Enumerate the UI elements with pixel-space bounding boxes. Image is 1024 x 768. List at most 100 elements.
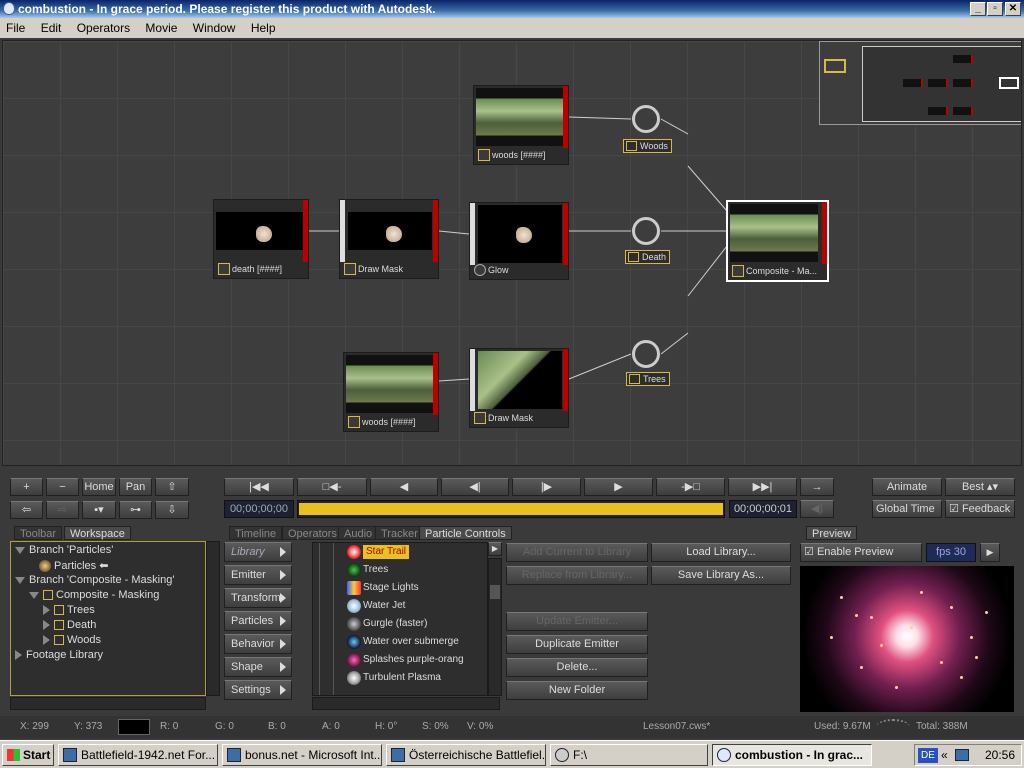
back-arrow-icon[interactable]: ⇦ [10,501,43,519]
library-item-gurgle[interactable]: Gurgle (faster) [363,617,427,631]
tree-item-trees[interactable]: Trees [43,604,95,616]
timecode-end[interactable]: 00;00;00;01 [729,500,797,518]
task-combustion[interactable]: combustion - In grac... [712,744,872,766]
output-circle-woods[interactable] [632,105,660,133]
task-bonus-net[interactable]: bonus.net - Microsoft Int... [222,744,382,766]
output-circle-death[interactable] [632,217,660,245]
pan-button[interactable]: Pan [119,478,152,496]
library-item-turbulent-plasma[interactable]: Turbulent Plasma [363,671,441,685]
timeline-bar[interactable] [297,500,725,518]
tab-preview[interactable]: Preview [806,526,858,540]
play-reverse-button[interactable]: ◀ [370,478,438,496]
particle-menu-transform[interactable]: Transform [224,588,292,608]
particle-menu-particles[interactable]: Particles [224,611,292,631]
tab-audio[interactable]: Audio [338,526,379,540]
schematic-navigator[interactable] [819,41,1021,125]
add-current-to-library-button[interactable]: Add Current to Library [506,543,648,562]
menu-window[interactable]: Window [187,21,242,35]
tab-tracker[interactable]: Tracker [375,526,424,540]
schematic-view[interactable]: woods [####] death [####] Draw Mask Glow… [2,40,1022,466]
delete-button[interactable]: Delete... [506,658,648,677]
library-item-stage-lights[interactable]: Stage Lights [363,581,419,595]
menu-edit[interactable]: Edit [35,21,68,35]
feedback-toggle[interactable]: ☑ Feedback [945,500,1015,518]
replace-from-library-button[interactable]: Replace from Library... [506,566,648,585]
tab-particle-controls[interactable]: Particle Controls [419,526,512,540]
fps-field[interactable]: fps 30 [926,543,976,562]
minimize-button[interactable]: _ [970,2,986,16]
particle-menu-emitter[interactable]: Emitter [224,565,292,585]
load-library-button[interactable]: Load Library... [651,543,791,562]
tab-workspace[interactable]: Workspace [64,526,131,540]
library-item-water-jet[interactable]: Water Jet [363,599,405,613]
global-time-dropdown[interactable]: Global Time [872,500,942,518]
task-oesterreichische-battlefield[interactable]: Österreichische Battlefiel... [386,744,546,766]
upload-icon[interactable]: ⇧ [155,478,189,496]
output-death[interactable]: Death [625,250,671,264]
tab-toolbar[interactable]: Toolbar [14,526,63,540]
node-woods-bottom[interactable]: woods [####] [343,352,439,432]
new-folder-button[interactable]: New Folder [506,681,648,700]
tree-item-footage-library[interactable]: Footage Library [15,649,103,661]
node-glow[interactable]: Glow [469,202,569,280]
save-library-as-button[interactable]: Save Library As... [651,566,791,585]
go-to-start-button[interactable]: |◀◀ [224,478,294,496]
zoom-out-button[interactable]: − [46,478,79,496]
menu-movie[interactable]: Movie [139,21,183,35]
output-trees[interactable]: Trees [626,372,670,386]
menu-file[interactable]: File [0,21,31,35]
enable-preview-toggle[interactable]: ☑ Enable Preview [800,543,922,562]
node-woods-top[interactable]: woods [####] [473,85,569,165]
maximize-button[interactable]: ▫ [987,2,1003,16]
tray-expand-icon[interactable]: « [941,745,948,765]
go-to-out-point-button[interactable]: -▶□ [656,478,725,496]
library-item-splashes[interactable]: Splashes purple-orang [363,653,464,667]
particle-menu-settings[interactable]: Settings [224,680,292,700]
output-circle-trees[interactable] [632,340,660,368]
tree-item-composite-masking[interactable]: Composite - Masking [29,589,159,601]
node-composite[interactable]: Composite - Ma... [726,200,829,282]
library-item-water-over-submerge[interactable]: Water over submerge [363,635,459,649]
tree-item-branch-composite[interactable]: Branch 'Composite - Masking' [15,574,174,586]
zoom-in-button[interactable]: + [10,478,43,496]
animate-button[interactable]: Animate [872,478,942,496]
network-icon[interactable] [955,749,969,761]
workspace-vertical-scrollbar[interactable] [206,541,220,696]
node-draw-mask-2[interactable]: Draw Mask [469,348,569,428]
forward-arrow-icon[interactable]: ⇨ [46,501,79,519]
step-forward-button[interactable]: |▶ [512,478,581,496]
tree-item-branch-particles[interactable]: Branch 'Particles' [15,544,113,556]
task-battlefield-forum[interactable]: Battlefield-1942.net For... [58,744,218,766]
tab-operators[interactable]: Operators [282,526,343,540]
library-item-trees[interactable]: Trees [363,563,388,577]
download-icon[interactable]: ⇩ [155,501,189,519]
node-death-source[interactable]: death [####] [213,199,309,279]
menu-operators[interactable]: Operators [71,21,136,35]
close-button[interactable]: ✕ [1005,2,1021,16]
preview-menu-arrow-icon[interactable]: ▶ [980,543,1000,562]
schematic-layout-icon[interactable]: ⊶ [119,501,152,519]
home-button[interactable]: Home [82,478,116,496]
library-list[interactable]: Star Trail Trees Stage Lights Water Jet … [312,542,488,696]
go-to-in-point-button[interactable]: □◀- [297,478,367,496]
loop-button[interactable]: → [800,478,834,496]
particle-menu-library[interactable]: Library [224,542,292,562]
clock[interactable]: 20:56 [985,745,1015,765]
tab-timeline[interactable]: Timeline [229,526,283,540]
go-to-end-button[interactable]: ▶▶| [728,478,797,496]
step-back-button[interactable]: ◀| [441,478,509,496]
play-button[interactable]: ▶ [584,478,653,496]
library-horizontal-scrollbar[interactable] [312,697,500,710]
library-expand-arrow-icon[interactable]: ▶ [488,542,502,556]
node-draw-mask-1[interactable]: Draw Mask [339,199,439,279]
view-mode-dropdown[interactable]: ▪▾ [82,501,116,519]
audio-speaker-icon[interactable]: ◀) [800,500,834,518]
update-emitter-button[interactable]: Update Emitter... [506,612,648,631]
menu-help[interactable]: Help [245,21,282,35]
workspace-horizontal-scrollbar[interactable] [10,697,206,710]
quality-dropdown[interactable]: Best ▴▾ [945,478,1015,496]
timecode-start[interactable]: 00;00;00;00 [224,500,294,518]
workspace-tree[interactable]: Branch 'Particles' Particles ⬅ Branch 'C… [10,541,206,696]
duplicate-emitter-button[interactable]: Duplicate Emitter [506,635,648,654]
tree-item-death[interactable]: Death [43,619,96,631]
